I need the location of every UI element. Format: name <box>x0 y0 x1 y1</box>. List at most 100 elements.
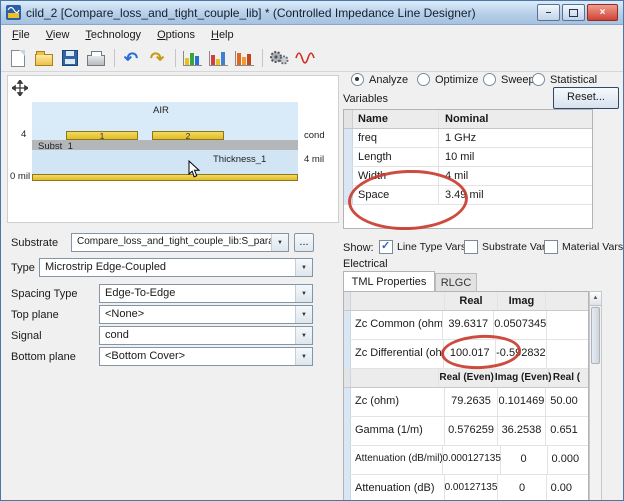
tab-rlgc[interactable]: RLGC <box>435 273 477 291</box>
spacing-type-label: Spacing Type <box>11 288 77 300</box>
menu-options[interactable]: Options <box>149 27 203 43</box>
maximize-icon <box>569 9 578 17</box>
signal-combo[interactable]: cond ▼ <box>99 326 313 345</box>
type-label: Type <box>11 262 35 274</box>
menu-view[interactable]: View <box>38 27 78 43</box>
radio-optimize[interactable]: Optimize <box>417 73 478 86</box>
bottom-plane-combo[interactable]: <Bottom Cover> ▼ <box>99 347 313 366</box>
app-icon <box>6 5 21 20</box>
toolbar-separator <box>175 49 176 67</box>
scroll-up-icon[interactable]: ▲ <box>590 292 601 306</box>
open-folder-icon[interactable] <box>32 47 56 69</box>
show-label: Show: <box>343 242 374 254</box>
bar-chart-multi-icon[interactable] <box>206 47 230 69</box>
row-header-strip <box>344 340 351 368</box>
table-row-space[interactable]: Space 3.49 mil <box>344 186 592 205</box>
checkbox-line-type-vars[interactable]: Line Type Vars <box>379 240 466 254</box>
result-name: Attenuation (dB/mil) <box>351 446 443 474</box>
checkbox-icon <box>464 240 478 254</box>
print-icon[interactable] <box>84 47 108 69</box>
type-combo[interactable]: Microstrip Edge-Coupled ▼ <box>39 258 313 277</box>
radio-statistical[interactable]: Statistical <box>532 73 597 86</box>
col-header-name[interactable]: Name <box>353 110 439 128</box>
table-row-attenuation-db-mil: Attenuation (dB/mil) 0.000127135 0 0.000 <box>344 446 588 475</box>
col-header-real-even[interactable]: Real (Even) <box>439 369 494 387</box>
var-name: freq <box>353 129 439 147</box>
maximize-button[interactable] <box>562 4 585 21</box>
bottom-plane-value: <Bottom Cover> <box>100 348 295 365</box>
checkbox-icon <box>544 240 558 254</box>
col-header-imag[interactable]: Imag <box>498 292 547 310</box>
checkbox-material-vars[interactable]: Material Vars <box>544 240 623 254</box>
menu-help[interactable]: Help <box>203 27 242 43</box>
col-header-imag-even[interactable]: Imag (Even) <box>495 369 549 387</box>
trace-2[interactable]: 2 <box>152 131 224 140</box>
simulation-gears-icon[interactable] <box>267 47 291 69</box>
radio-dot-icon <box>351 73 364 86</box>
radio-sweep[interactable]: Sweep <box>483 73 535 86</box>
variables-label: Variables <box>343 93 388 105</box>
close-button[interactable]: × <box>587 4 618 21</box>
checkbox-label: Material Vars <box>562 241 623 253</box>
substrate-browse-button[interactable]: ... <box>294 233 314 252</box>
undo-icon[interactable]: ↶ <box>119 47 143 69</box>
radio-analyze[interactable]: Analyze <box>351 73 408 86</box>
signal-value: cond <box>100 327 295 344</box>
save-icon[interactable] <box>58 47 82 69</box>
var-nominal[interactable]: 1 GHz <box>439 129 592 147</box>
bottom-plane-region[interactable] <box>32 174 298 181</box>
spacing-type-value: Edge-To-Edge <box>100 285 295 302</box>
table-row-length[interactable]: Length 10 mil <box>344 148 592 167</box>
waveform-icon[interactable] <box>293 47 317 69</box>
result-real-odd: 0.000 <box>548 446 588 474</box>
var-nominal[interactable]: 4 mil <box>439 167 592 185</box>
title-bar[interactable]: cild_2 [Compare_loss_and_tight_couple_li… <box>1 1 623 25</box>
col-header-real[interactable]: Real <box>445 292 497 310</box>
scrollbar-thumb[interactable] <box>591 307 600 364</box>
row-header-strip <box>344 292 351 310</box>
var-nominal[interactable]: 3.49 mil <box>439 186 592 204</box>
col-header-real-odd[interactable]: Real ( <box>549 369 588 387</box>
radio-circle-icon <box>483 73 496 86</box>
radio-statistical-label: Statistical <box>550 74 597 86</box>
cross-section-panel[interactable]: AIR 1 2 Subst_1 Thickness_1 4 0 mil cond… <box>7 75 339 223</box>
redo-icon[interactable]: ↷ <box>145 47 169 69</box>
table-row-zc-common: Zc Common (ohm) 39.6317 0.0507345 <box>344 311 588 340</box>
substrate-combo[interactable]: Compare_loss_and_tight_couple_lib:S_para… <box>71 233 289 252</box>
tab-tml-properties[interactable]: TML Properties <box>343 271 435 291</box>
checkbox-substrate-vars[interactable]: Substrate Vars <box>464 240 551 254</box>
col-header-nominal[interactable]: Nominal <box>439 110 592 128</box>
result-real-even: 0.000127135 <box>443 446 501 474</box>
layer-number-label: 4 <box>21 129 26 140</box>
radio-analyze-label: Analyze <box>369 74 408 86</box>
menu-bar: File View Technology Options Help <box>1 25 623 46</box>
top-plane-label: Top plane <box>11 309 59 321</box>
chevron-down-icon: ▼ <box>295 306 312 323</box>
bar-chart-orange-icon[interactable] <box>232 47 256 69</box>
minimize-button[interactable]: – <box>537 4 560 21</box>
table-row-width[interactable]: Width 4 mil <box>344 167 592 186</box>
results-header-row: Real Imag <box>344 292 588 311</box>
result-real-even: 79.2635 <box>445 388 497 416</box>
menu-file[interactable]: File <box>4 27 38 43</box>
results-subheader-row: Real (Even) Imag (Even) Real ( <box>344 369 588 388</box>
results-scrollbar[interactable]: ▲ <box>589 291 602 501</box>
variables-table: Name Nominal freq 1 GHz Length 10 mil Wi… <box>343 109 593 229</box>
result-real-even: 0.00127135 <box>445 475 499 501</box>
radio-circle-icon <box>417 73 430 86</box>
reset-button[interactable]: Reset... <box>553 87 619 109</box>
top-plane-combo[interactable]: <None> ▼ <box>99 305 313 324</box>
result-real-odd: 0.00 <box>547 475 588 501</box>
menu-technology[interactable]: Technology <box>77 27 149 43</box>
new-document-icon[interactable] <box>6 47 30 69</box>
electrical-label: Electrical <box>343 258 388 270</box>
trace-1[interactable]: 1 <box>66 131 138 140</box>
bar-chart-green-icon[interactable] <box>180 47 204 69</box>
table-row-freq[interactable]: freq 1 GHz <box>344 129 592 148</box>
substrate-label: Substrate <box>11 237 58 249</box>
result-real-odd: 50.00 <box>546 388 588 416</box>
var-nominal[interactable]: 10 mil <box>439 148 592 166</box>
spacing-type-combo[interactable]: Edge-To-Edge ▼ <box>99 284 313 303</box>
blank-header <box>351 292 445 310</box>
row-header-strip <box>344 186 353 204</box>
